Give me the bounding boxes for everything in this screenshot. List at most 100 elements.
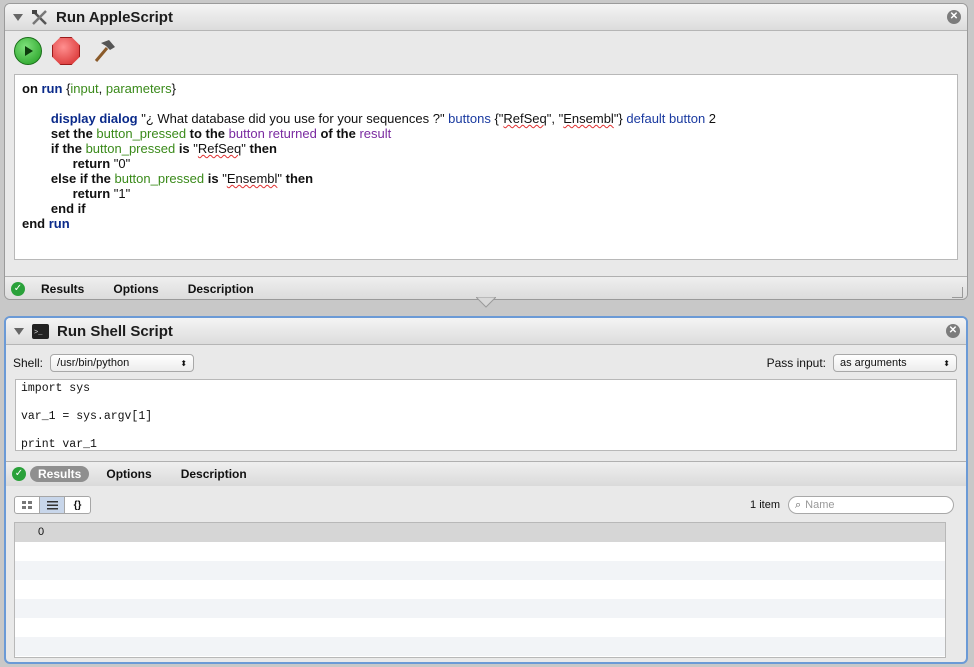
compile-button[interactable] [90, 37, 118, 65]
disclosure-triangle-icon[interactable] [13, 13, 23, 21]
code-token: Ensembl [563, 111, 614, 126]
grid-view-icon[interactable] [15, 497, 40, 513]
code-token: default button [626, 111, 706, 126]
applescript-tools-icon [31, 9, 48, 26]
code-token: "¿ What database did you use for your se… [137, 111, 449, 126]
run-shell-script-action: >_ Run Shell Script ✕ Shell: /usr/bin/py… [4, 316, 968, 664]
applescript-titlebar[interactable]: Run AppleScript ✕ [5, 4, 967, 31]
code-token: input [70, 81, 99, 96]
tab-description[interactable]: Description [175, 465, 253, 483]
code-line: end run [22, 216, 950, 231]
code-token: ", " [546, 111, 564, 126]
tab-options[interactable]: Options [100, 465, 157, 483]
code-token: then [282, 171, 314, 186]
code-token: RefSeq [503, 111, 547, 126]
tab-results[interactable]: Results [30, 466, 90, 482]
code-line: return "0" [22, 156, 950, 171]
code-token: button_pressed [85, 141, 176, 156]
tab-options[interactable]: Options [107, 280, 164, 298]
shell-select[interactable]: /usr/bin/python ⬍ [50, 354, 195, 372]
result-row[interactable]: 0 [15, 523, 945, 542]
code-line: import sys [21, 382, 91, 395]
updown-arrow-icon: ⬍ [943, 358, 950, 368]
close-icon[interactable]: ✕ [947, 10, 961, 24]
shell-tabbar: ✓ Results Options Description [6, 461, 966, 486]
disclosure-triangle-icon[interactable] [14, 327, 24, 335]
stop-button[interactable] [52, 37, 80, 65]
pass-input-select[interactable]: as arguments ⬍ [833, 354, 957, 372]
terminal-icon: >_ [32, 323, 49, 340]
code-token: on [22, 81, 42, 96]
pass-input-select-value: as arguments [840, 357, 907, 369]
code-token: "} [613, 111, 627, 126]
tab-results[interactable]: Results [35, 280, 90, 298]
run-applescript-action: Run AppleScript ✕ on run {input, paramet… [4, 3, 968, 300]
code-token: is [175, 141, 194, 156]
code-token: end if [50, 201, 86, 216]
script-toolbar [5, 31, 967, 71]
code-line: if the button_pressed is "RefSeq" then [22, 141, 950, 156]
code-token: of the [316, 126, 360, 141]
braces-view-icon[interactable]: {} [65, 497, 90, 513]
updown-arrow-icon: ⬍ [180, 358, 188, 368]
code-line: var_1 = sys.argv[1] [21, 410, 153, 423]
code-token: to the [186, 126, 229, 141]
shell-options-row: Shell: /usr/bin/python ⬍ Pass input: as … [13, 353, 957, 373]
code-line: set the button_pressed to the button ret… [22, 126, 950, 141]
result-row [15, 561, 945, 580]
action-title: Run Shell Script [57, 322, 173, 340]
results-table: 0 [14, 522, 946, 658]
code-token: RefSeq [197, 141, 242, 156]
result-row [15, 618, 945, 637]
result-row [15, 599, 945, 618]
code-token: end [22, 216, 49, 231]
search-placeholder: Name [805, 499, 835, 511]
code-line: end if [22, 201, 950, 216]
code-token: button_pressed [114, 171, 205, 186]
shell-script-editor[interactable]: import sys var_1 = sys.argv[1] print var_1 [15, 379, 957, 451]
checkmark-icon: ✓ [11, 282, 25, 296]
code-token: "1" [110, 186, 131, 201]
item-count: 1 item [750, 499, 780, 511]
action-connector-icon [476, 297, 496, 308]
run-button[interactable] [14, 37, 42, 65]
checkmark-icon: ✓ [12, 467, 26, 481]
results-toolbar: {} 1 item ⌕ Name [14, 494, 954, 516]
tab-description[interactable]: Description [182, 280, 260, 298]
resize-handle-icon[interactable] [952, 287, 963, 298]
applescript-editor[interactable]: on run {input, parameters} display dialo… [14, 74, 958, 260]
code-token: return [72, 186, 111, 201]
code-token: else if the [50, 171, 115, 186]
code-token: {" [490, 111, 504, 126]
code-line: return "1" [22, 186, 950, 201]
close-icon[interactable]: ✕ [946, 324, 960, 338]
code-token: then [245, 141, 277, 156]
view-mode-buttons: {} [14, 496, 91, 514]
search-icon: ⌕ [795, 498, 802, 511]
result-row [15, 637, 945, 656]
list-view-icon[interactable] [40, 497, 65, 513]
result-row [15, 580, 945, 599]
code-line: print var_1 [21, 438, 97, 451]
code-token: set the [50, 126, 97, 141]
shell-titlebar[interactable]: >_ Run Shell Script ✕ [6, 318, 966, 345]
code-token: , [98, 81, 106, 96]
code-token: "0" [110, 156, 131, 171]
code-token: button_pressed [96, 126, 187, 141]
code-line: display dialog "¿ What database did you … [22, 111, 950, 126]
code-token: display dialog [50, 111, 138, 126]
hammer-icon [94, 40, 115, 62]
search-field[interactable]: ⌕ Name [788, 496, 954, 514]
shell-select-value: /usr/bin/python [57, 357, 130, 369]
code-token: 2 [705, 111, 717, 126]
code-line: else if the button_pressed is "Ensembl" … [22, 171, 950, 186]
code-token: button returned [228, 126, 317, 141]
